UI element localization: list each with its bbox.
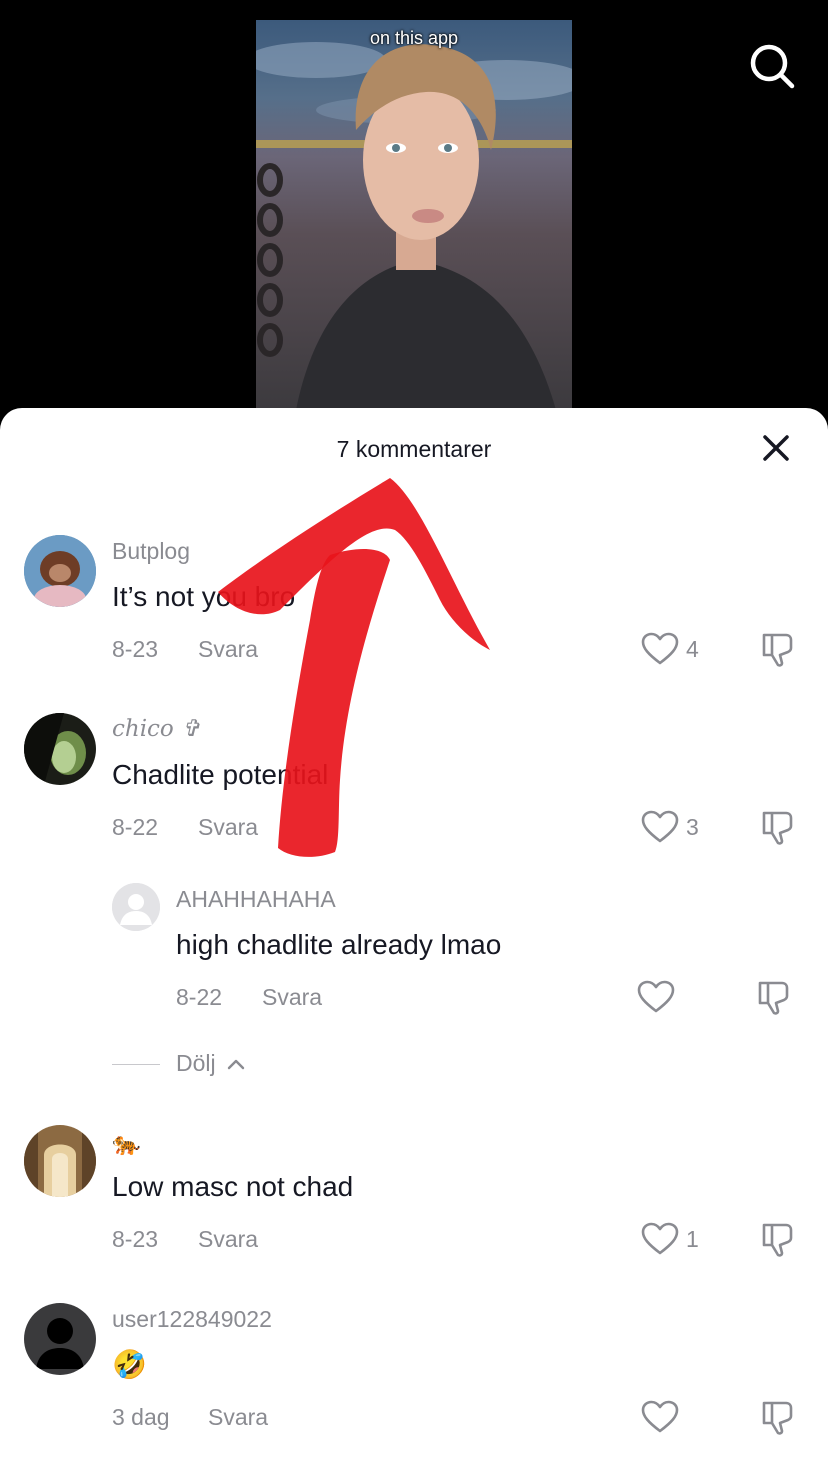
comment-date: 8-22: [176, 984, 223, 1010]
heart-icon[interactable]: [640, 1222, 680, 1256]
comment-date: 8-22: [112, 814, 159, 840]
comment-username[interactable]: AHAHHAHAHA: [176, 886, 336, 913]
comment-date: 3 dag: [112, 1404, 170, 1430]
avatar[interactable]: [24, 535, 96, 607]
heart-icon[interactable]: [640, 632, 680, 666]
heart-icon[interactable]: [640, 1400, 680, 1434]
reply-button[interactable]: Svara: [198, 1226, 258, 1253]
heart-icon[interactable]: [640, 810, 680, 844]
dislike-icon[interactable]: [760, 1220, 798, 1258]
dislike-icon[interactable]: [760, 1398, 798, 1436]
avatar-image: [24, 1125, 96, 1197]
dislike-icon[interactable]: [756, 978, 794, 1016]
comment-username[interactable]: chico ✞: [112, 716, 200, 742]
default-avatar-icon: [112, 883, 160, 931]
close-icon: [763, 435, 789, 461]
search-icon: [750, 44, 795, 89]
default-avatar-icon: [24, 1303, 96, 1375]
avatar-image: [24, 535, 96, 607]
comment-text: Low masc not chad: [112, 1171, 354, 1202]
avatar[interactable]: [24, 713, 96, 785]
reply-button[interactable]: Svara: [198, 814, 258, 841]
comment-date: 8-23: [112, 1226, 159, 1252]
comments-sheet: 7 kommentarer Butplog It’s not you bro 8…: [0, 408, 828, 1468]
dislike-icon[interactable]: [760, 808, 798, 846]
avatar[interactable]: [24, 1303, 96, 1375]
comment-date: 8-23: [112, 636, 159, 662]
comment-username[interactable]: user122849022: [112, 1306, 272, 1333]
comment-text: Chadlite potential: [112, 759, 329, 790]
comment-text: 🤣: [112, 1349, 147, 1380]
video-thumbnail[interactable]: on this app: [256, 20, 572, 410]
like-count: 1: [686, 1226, 699, 1252]
reply-button[interactable]: Svara: [208, 1404, 268, 1431]
search-button[interactable]: [748, 42, 796, 90]
hide-replies-label: Dölj: [176, 1050, 216, 1076]
like-count: 3: [686, 814, 699, 840]
comments-count-title: 7 kommentarer: [336, 436, 492, 462]
reply-button[interactable]: Svara: [198, 636, 258, 663]
avatar[interactable]: [112, 883, 160, 931]
video-scene-image: [256, 42, 572, 410]
hide-replies-button[interactable]: Dölj: [176, 1050, 246, 1077]
comment-username[interactable]: 🐅: [112, 1130, 141, 1157]
reply-button[interactable]: Svara: [262, 984, 322, 1011]
comment-text: It’s not you bro: [112, 581, 296, 612]
close-button[interactable]: [760, 432, 792, 464]
hide-replies-divider: [112, 1064, 160, 1065]
comment-text: high chadlite already lmao: [176, 929, 502, 960]
avatar-image: [24, 713, 96, 785]
dislike-icon[interactable]: [760, 630, 798, 668]
video-player[interactable]: on this app: [0, 0, 828, 420]
avatar[interactable]: [24, 1125, 96, 1197]
comment-username[interactable]: Butplog: [112, 538, 190, 565]
like-count: 4: [686, 636, 699, 662]
chevron-up-icon: [227, 1059, 245, 1070]
heart-icon[interactable]: [636, 980, 676, 1014]
video-caption: on this app: [369, 28, 459, 48]
